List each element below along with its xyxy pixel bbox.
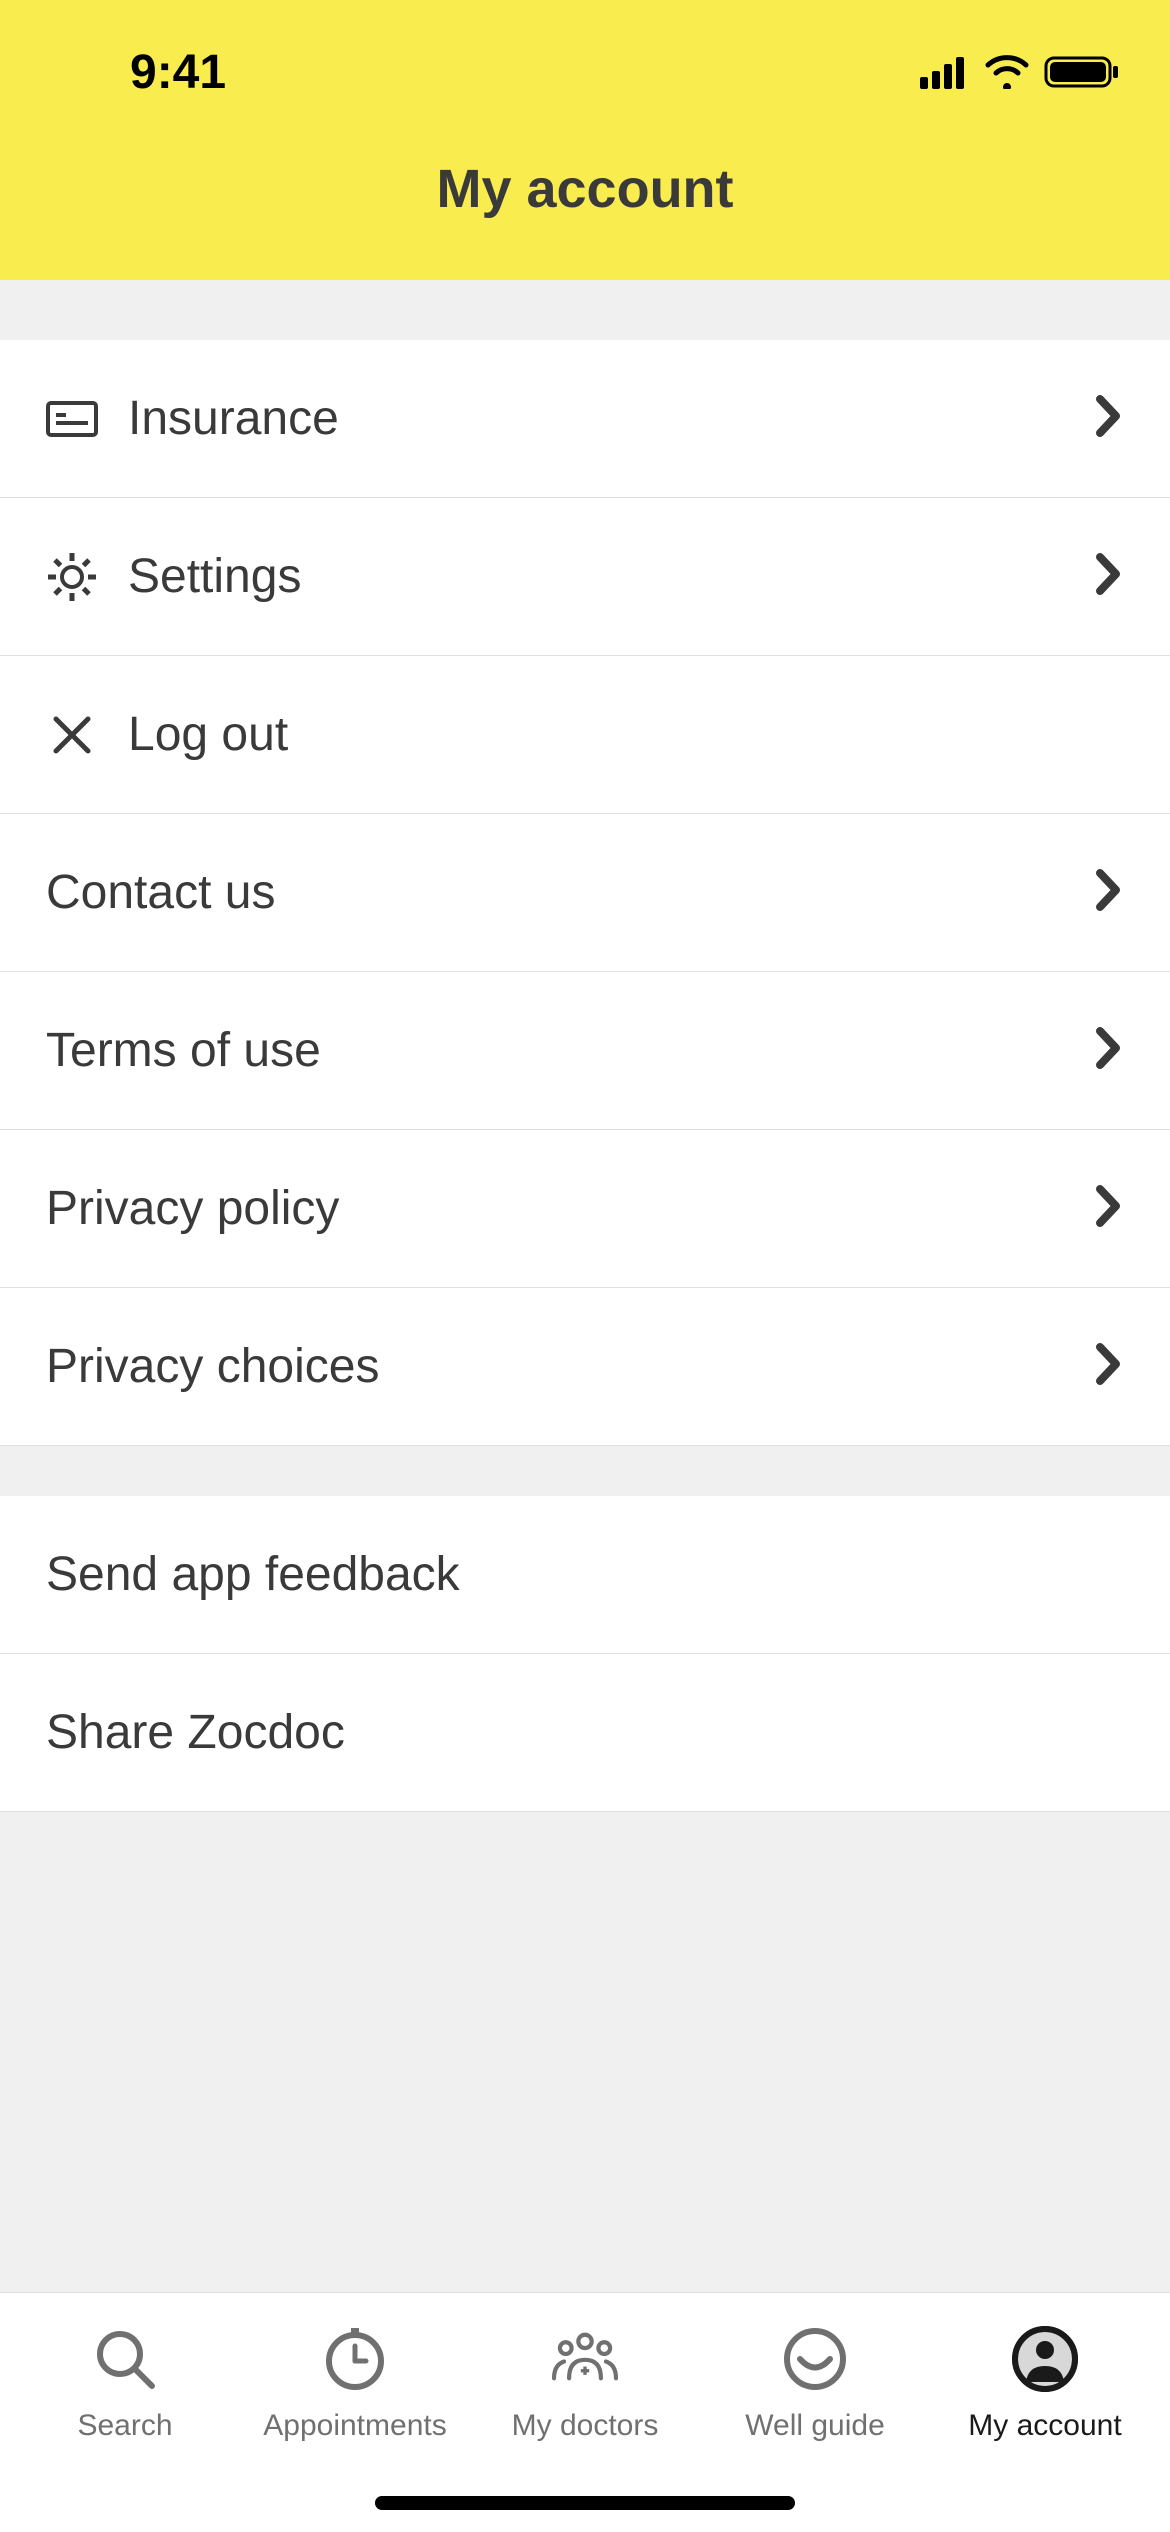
doctors-icon [549, 2323, 621, 2395]
menu-group-1: Insurance [0, 340, 1170, 1446]
menu-item-label: Send app feedback [46, 1547, 1124, 1602]
menu-item-label: Log out [128, 707, 1124, 762]
chevron-right-icon [1094, 551, 1124, 602]
menu-item-terms[interactable]: Terms of use [0, 972, 1170, 1130]
tab-label: Appointments [263, 2409, 446, 2443]
home-indicator[interactable] [375, 2496, 795, 2510]
status-bar: 9:41 [0, 28, 1170, 108]
menu-item-label: Privacy choices [46, 1339, 1094, 1394]
tab-appointments[interactable]: Appointments [240, 2323, 470, 2443]
tab-search[interactable]: Search [10, 2323, 240, 2443]
menu-item-privacy-policy[interactable]: Privacy policy [0, 1130, 1170, 1288]
tab-label: Well guide [745, 2409, 885, 2443]
content: Insurance [0, 280, 1170, 2292]
menu-group-3: Send app feedback Share Zocdoc [0, 1496, 1170, 1812]
menu-item-label: Privacy policy [46, 1181, 1094, 1236]
chevron-right-icon [1094, 393, 1124, 444]
menu-item-label: Share Zocdoc [46, 1705, 1124, 1760]
tab-my-doctors[interactable]: My doctors [470, 2323, 700, 2443]
menu-item-logout[interactable]: Log out [0, 656, 1170, 814]
account-icon [1009, 2323, 1081, 2395]
wifi-icon [984, 55, 1030, 89]
page-title: My account [0, 108, 1170, 280]
section-gap [0, 280, 1170, 340]
smile-icon [779, 2323, 851, 2395]
search-icon [89, 2323, 161, 2395]
chevron-right-icon [1094, 1183, 1124, 1234]
chevron-right-icon [1094, 867, 1124, 918]
tab-well-guide[interactable]: Well guide [700, 2323, 930, 2443]
section-gap [0, 1446, 1170, 1496]
clock-icon [319, 2323, 391, 2395]
gear-icon [46, 551, 98, 603]
header: 9:41 My account [0, 0, 1170, 280]
menu-item-label: Settings [128, 549, 1094, 604]
battery-icon [1044, 54, 1120, 90]
chevron-right-icon [1094, 1025, 1124, 1076]
chevron-right-icon [1094, 1341, 1124, 1392]
menu-item-settings[interactable]: Settings [0, 498, 1170, 656]
tab-my-account[interactable]: My account [930, 2323, 1160, 2443]
card-icon [46, 393, 98, 445]
menu-item-privacy-choices[interactable]: Privacy choices [0, 1288, 1170, 1446]
menu-item-feedback[interactable]: Send app feedback [0, 1496, 1170, 1654]
menu-item-contact-us[interactable]: Contact us [0, 814, 1170, 972]
menu-item-label: Terms of use [46, 1023, 1094, 1078]
close-icon [46, 709, 98, 761]
tab-label: Search [77, 2409, 172, 2443]
tab-label: My doctors [512, 2409, 659, 2443]
cellular-icon [920, 55, 970, 89]
tab-label: My account [968, 2409, 1121, 2443]
menu-item-share[interactable]: Share Zocdoc [0, 1654, 1170, 1812]
status-icons [920, 54, 1120, 90]
status-time: 9:41 [50, 45, 226, 100]
menu-item-insurance[interactable]: Insurance [0, 340, 1170, 498]
menu-item-label: Contact us [46, 865, 1094, 920]
menu-item-label: Insurance [128, 391, 1094, 446]
